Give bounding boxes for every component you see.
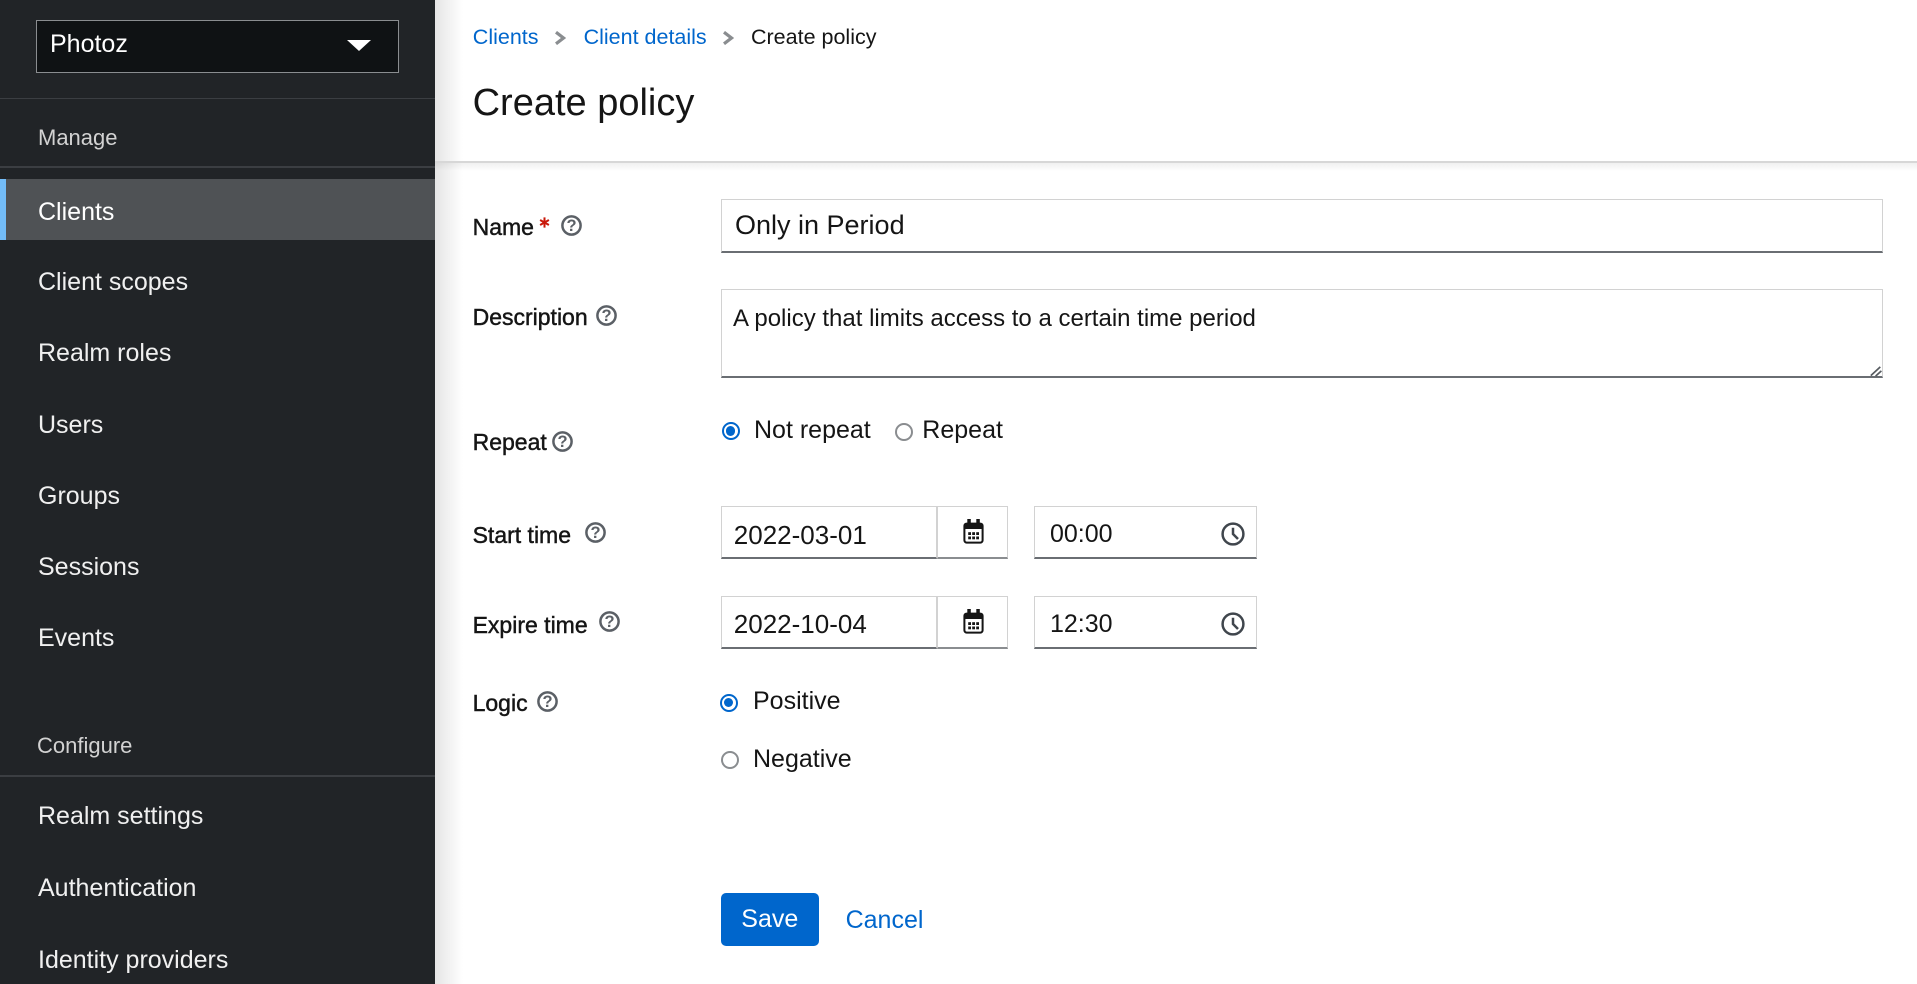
svg-text:?: ? <box>542 693 552 711</box>
svg-text:?: ? <box>601 307 611 325</box>
svg-text:?: ? <box>557 433 567 451</box>
svg-text:?: ? <box>604 613 614 631</box>
svg-text:?: ? <box>591 524 601 542</box>
svg-text:?: ? <box>566 217 576 235</box>
